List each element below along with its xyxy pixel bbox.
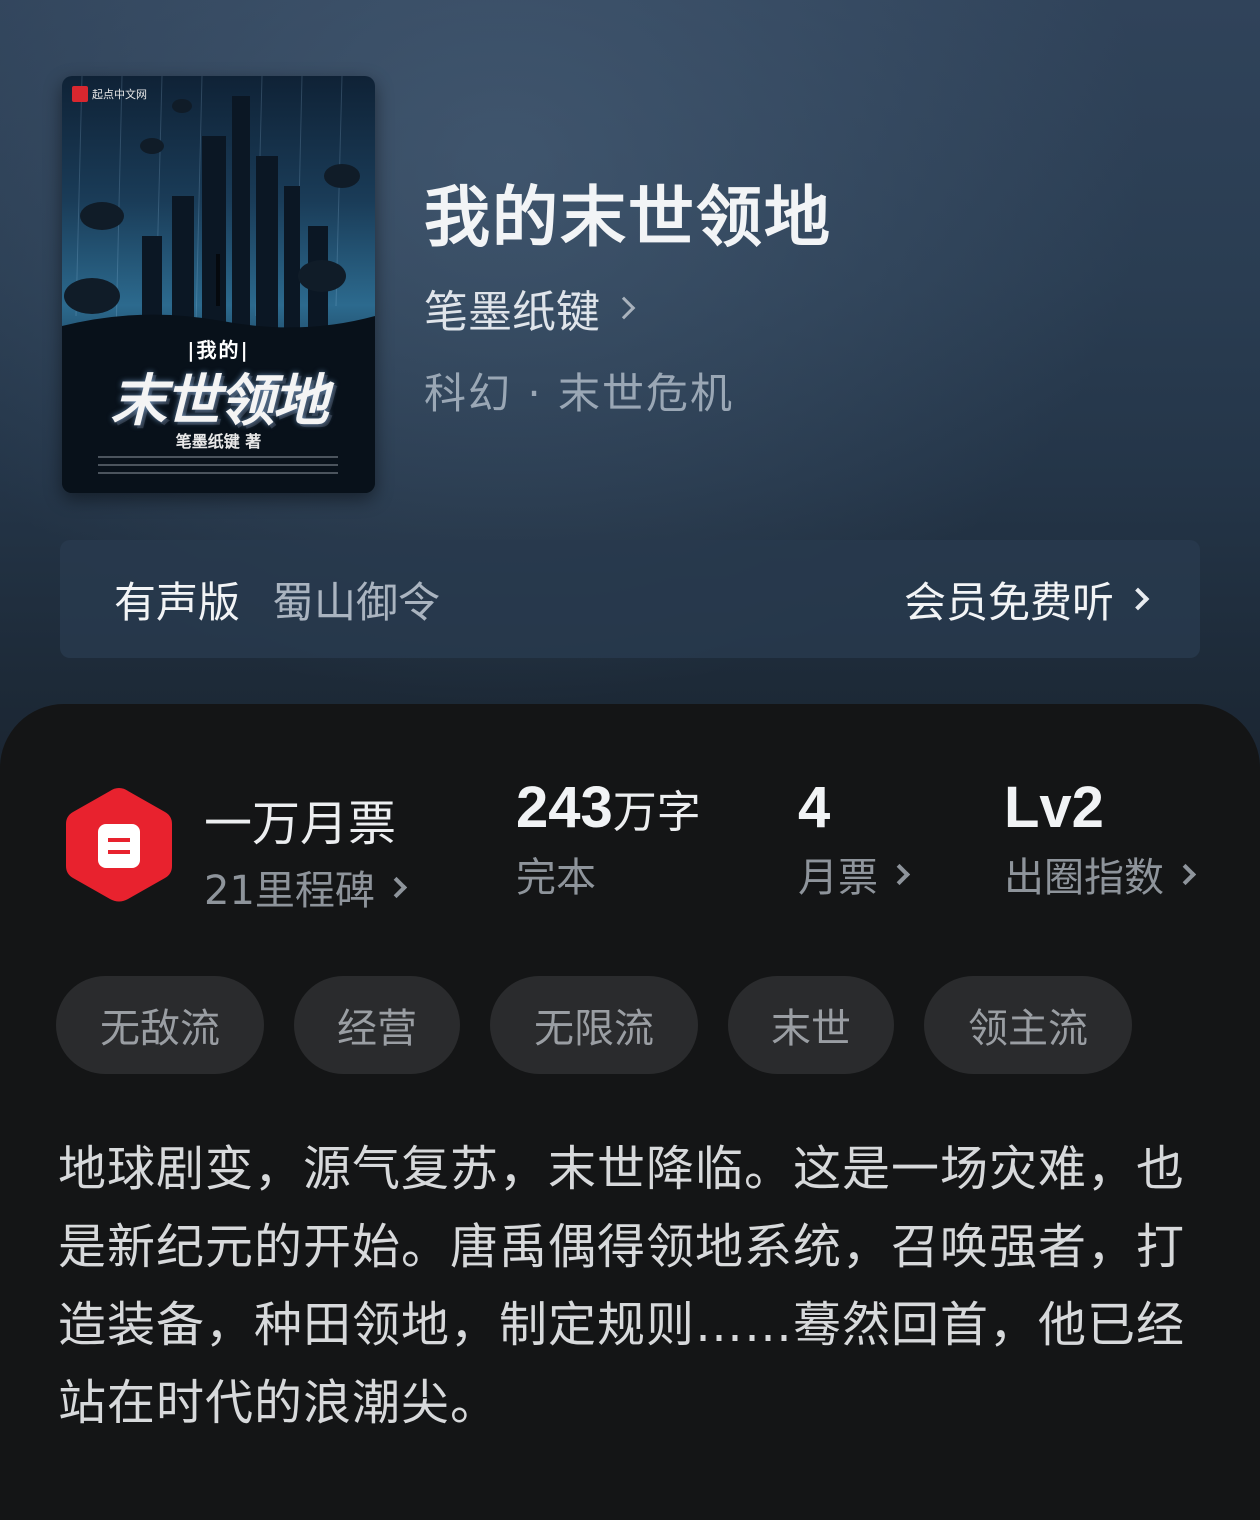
monthly-ticket-milestone[interactable]: 一万月票 21里程碑: [204, 784, 408, 916]
book-cover[interactable]: 起点中文网 |我的| 末世领地 笔墨纸键 著: [62, 76, 375, 493]
book-title: 我的末世领地: [424, 178, 832, 256]
cover-author-suffix: 著: [245, 432, 262, 451]
audio-label: 有声版: [114, 577, 241, 627]
book-status: 完本: [516, 855, 596, 901]
cover-publisher-label: 起点中文网: [92, 88, 147, 101]
author-link[interactable]: 笔墨纸键: [424, 276, 636, 340]
audio-narrator: 蜀山御令: [272, 577, 441, 627]
cover-author-name: 笔墨纸键: [175, 432, 240, 451]
monthly-ticket-label: 月票: [798, 855, 878, 901]
tag-chip[interactable]: 领主流: [924, 976, 1132, 1074]
author-name: 笔墨纸键: [424, 287, 600, 338]
publisher-logo-icon: [72, 86, 88, 102]
chevron-right-icon: [1126, 587, 1150, 611]
chevron-right-icon: [612, 296, 636, 320]
listen-free-label: 会员免费听: [903, 577, 1114, 627]
chevron-right-icon: [888, 863, 911, 885]
tag-chip[interactable]: 经营: [294, 976, 460, 1074]
monthly-ticket-count: 4: [798, 775, 831, 840]
popularity-label: 出圈指数: [1004, 855, 1164, 901]
word-count-value: 243: [516, 775, 613, 840]
book-description[interactable]: 地球剧变，源气复苏，末世降临。这是一场灾难，也是新纪元的开始。唐禹偶得领地系统，…: [58, 1130, 1208, 1442]
ticket-milestone: 21里程碑: [204, 868, 375, 914]
ticket-badge-icon: [66, 788, 172, 902]
listen-free-button[interactable]: 会员免费听: [903, 569, 1150, 630]
chevron-right-icon: [385, 876, 408, 898]
popularity-index-stat[interactable]: Lv2 出圈指数: [1004, 774, 1197, 903]
chevron-right-icon: [1174, 863, 1197, 885]
popularity-level: Lv2: [1004, 775, 1104, 840]
cover-publisher: 起点中文网: [72, 86, 147, 102]
word-count-stat: 243万字 完本: [516, 774, 701, 903]
tag-chip[interactable]: 无限流: [490, 976, 698, 1074]
monthly-ticket-stat[interactable]: 4 月票: [798, 774, 911, 903]
cover-blurb-lines: [98, 456, 338, 480]
cover-author: 笔墨纸键 著: [62, 428, 375, 452]
tag-chip[interactable]: 末世: [728, 976, 894, 1074]
audio-version-bar[interactable]: 有声版 蜀山御令 会员免费听: [60, 540, 1200, 658]
ticket-title: 一万月票: [204, 796, 397, 852]
book-category: 科幻 · 末世危机: [424, 369, 735, 418]
cover-title: 末世领地: [110, 369, 329, 434]
tag-chip[interactable]: 无敌流: [56, 976, 264, 1074]
word-count-unit: 万字: [612, 787, 701, 838]
